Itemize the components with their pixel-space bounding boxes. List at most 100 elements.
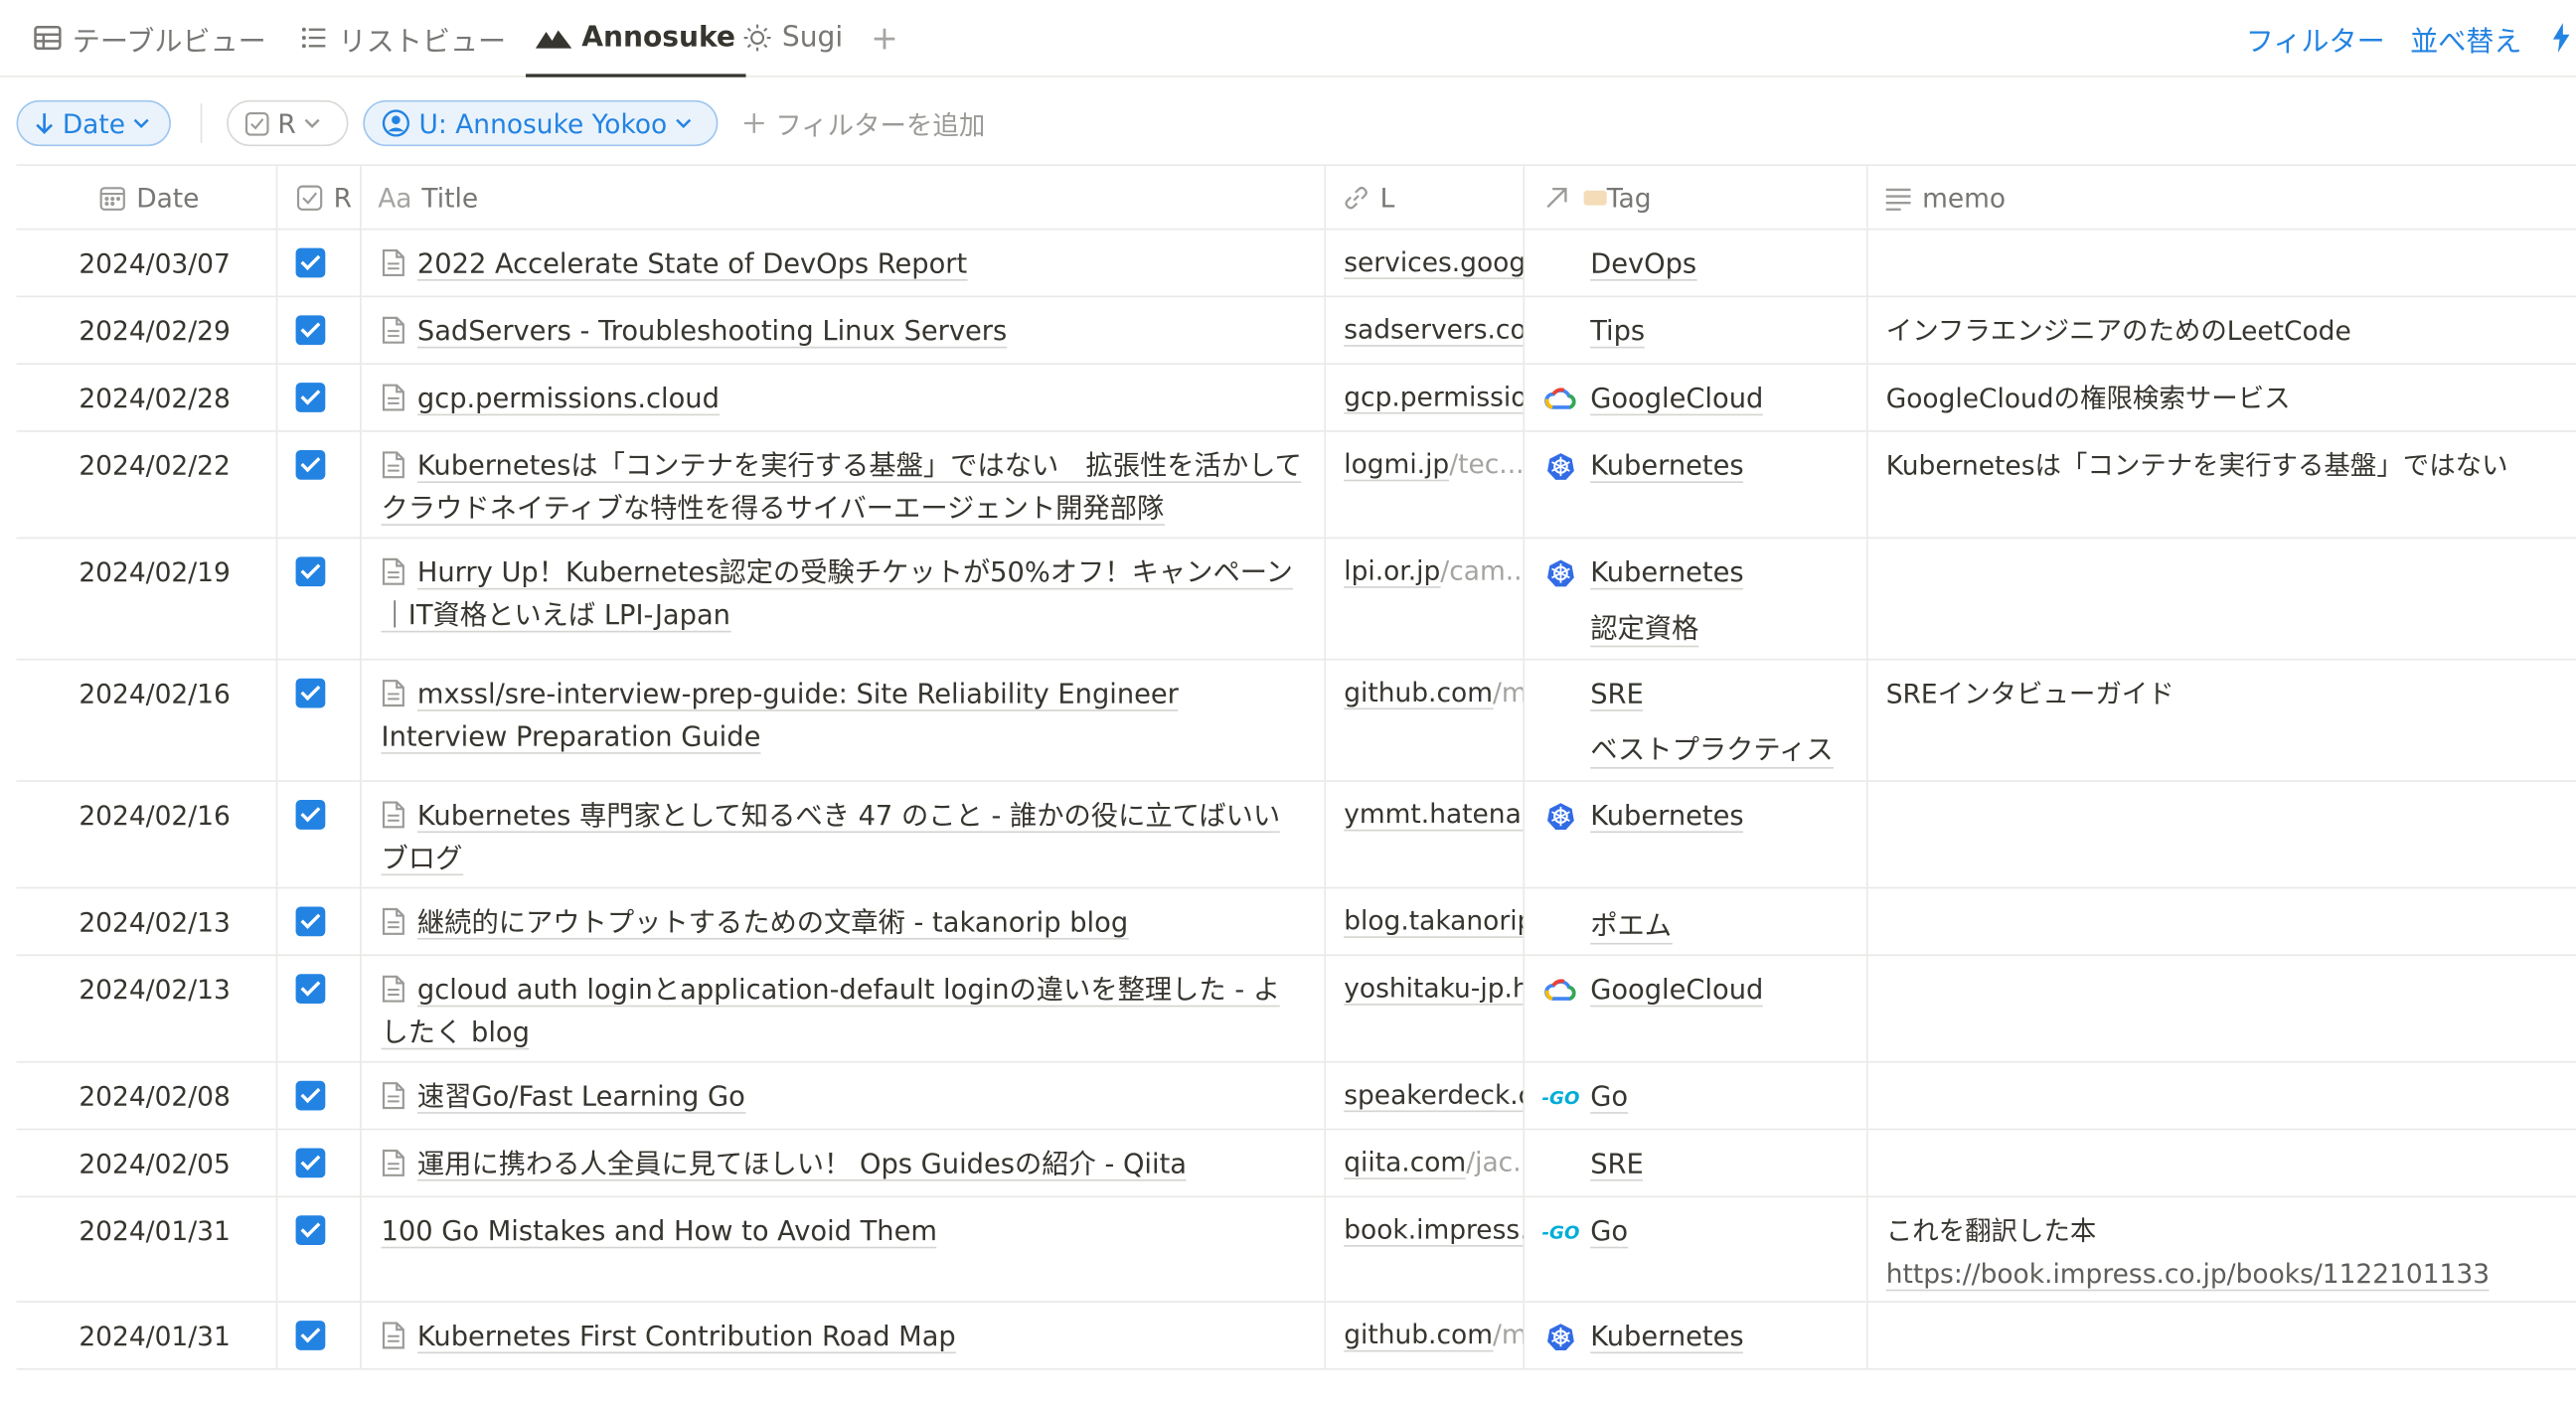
tag-cell[interactable]: Kubernetes xyxy=(1523,431,1865,538)
sort-date-pill[interactable]: Date xyxy=(16,99,171,147)
tab-list-view[interactable]: リストビュー xyxy=(299,0,506,76)
tag-item[interactable]: SRE xyxy=(1544,674,1866,716)
title-link[interactable]: SadServers - Troubleshooting Linux Serve… xyxy=(416,315,1007,349)
memo-cell[interactable] xyxy=(1865,1302,2576,1369)
url-domain[interactable]: book.impress. xyxy=(1344,1213,1524,1247)
tag-item[interactable]: GoogleCloud xyxy=(1544,378,1866,420)
table-row[interactable]: 2024/02/08 速習Go/Fast Learning Go speaker… xyxy=(16,1062,2576,1131)
url-domain[interactable]: blog.takanorip xyxy=(1344,904,1524,938)
checkbox[interactable] xyxy=(295,678,326,708)
memo-cell[interactable]: GoogleCloudの権限検索サービス xyxy=(1865,364,2576,431)
checkbox[interactable] xyxy=(295,315,326,346)
tag-cell[interactable]: ポエム xyxy=(1523,888,1865,955)
title-cell[interactable]: gcp.permissions.cloud xyxy=(360,364,1324,431)
date-cell[interactable]: 2024/02/16 xyxy=(17,661,276,781)
table-row[interactable]: 2024/02/05 運用に携わる人全員に見てほしい！ Ops Guidesの紹… xyxy=(16,1130,2576,1198)
title-link[interactable]: 2022 Accelerate State of DevOps Report xyxy=(416,247,967,281)
table-row[interactable]: 2024/02/13 gcloud auth loginとapplication… xyxy=(16,956,2576,1063)
tag-item[interactable]: Kubernetes xyxy=(1544,551,1866,594)
title-link[interactable]: 継続的にアウトプットするための文章術 - takanorip blog xyxy=(416,906,1129,940)
table-row[interactable]: 2024/02/29 SadServers - Troubleshooting … xyxy=(16,297,2576,365)
column-header-check[interactable]: R xyxy=(296,166,356,229)
title-link[interactable]: gcloud auth loginとapplication-default lo… xyxy=(381,974,1281,1050)
url-domain[interactable]: ymmt.hatenab xyxy=(1344,798,1524,832)
table-row[interactable]: 2024/02/28 gcp.permissions.cloud gcp.per… xyxy=(16,364,2576,432)
title-link[interactable]: mxssl/sre-interview-prep-guide: Site Rel… xyxy=(381,678,1179,754)
checkbox[interactable] xyxy=(295,1321,326,1350)
link-cell[interactable]: qiita.com/jac... xyxy=(1324,1130,1523,1196)
tag-item[interactable]: ベストプラクティス xyxy=(1544,726,1866,769)
checkbox[interactable] xyxy=(295,247,326,278)
title-link[interactable]: 運用に携わる人全員に見てほしい！ Ops Guidesの紹介 - Qiita xyxy=(416,1148,1188,1181)
url-domain[interactable]: github.com xyxy=(1344,677,1493,710)
column-header-title[interactable]: Aa Title xyxy=(378,166,1314,229)
link-cell[interactable]: book.impress. xyxy=(1324,1197,1524,1302)
date-cell[interactable]: 2024/01/31 xyxy=(17,1303,276,1368)
tag-item[interactable]: GoogleCloud xyxy=(1544,969,1866,1012)
link-cell[interactable]: github.com/m xyxy=(1324,1302,1523,1369)
date-cell[interactable]: 2024/02/19 xyxy=(17,539,276,659)
url-domain[interactable]: sadservers.co xyxy=(1344,313,1524,347)
checkbox[interactable] xyxy=(295,906,326,937)
tag-item[interactable]: 認定資格 xyxy=(1544,604,1866,647)
link-cell[interactable]: speakerdeck.c xyxy=(1324,1062,1524,1129)
checkbox[interactable] xyxy=(295,1080,326,1111)
link-cell[interactable]: github.com/mx xyxy=(1324,660,1523,781)
checkbox[interactable] xyxy=(295,383,326,412)
date-cell[interactable]: 2024/02/05 xyxy=(17,1130,276,1195)
link-cell[interactable]: blog.takanorip xyxy=(1324,888,1524,955)
column-header-memo[interactable]: memo xyxy=(1884,166,2377,229)
table-row[interactable]: 2024/02/22 Kubernetesは「コンテナを実行する基盤」ではない … xyxy=(16,431,2576,540)
title-cell[interactable]: 継続的にアウトプットするための文章術 - takanorip blog xyxy=(360,888,1324,955)
tab-table-view[interactable]: テーブルビュー xyxy=(33,0,266,76)
memo-cell[interactable] xyxy=(1865,781,2576,887)
automation-icon[interactable] xyxy=(2552,0,2570,76)
link-cell[interactable]: logmi.jp/tec... xyxy=(1324,431,1523,538)
url-domain[interactable]: yoshitaku-jp.h xyxy=(1344,972,1524,1006)
date-cell[interactable]: 2024/03/07 xyxy=(17,230,276,295)
tag-cell[interactable]: Kubernetes 認定資格 xyxy=(1523,539,1865,659)
date-cell[interactable]: 2024/02/16 xyxy=(17,782,276,887)
url-domain[interactable]: speakerdeck.c xyxy=(1344,1079,1524,1113)
filter-user-pill[interactable]: U: Annosuke Yokoo xyxy=(363,99,719,147)
memo-cell[interactable]: SREインタビューガイド xyxy=(1865,660,2576,781)
title-cell[interactable]: Hurry Up！Kubernetes認定の受験チケットが50%オフ！キャンペー… xyxy=(360,539,1324,659)
memo-cell[interactable] xyxy=(1865,956,2576,1061)
memo-cell[interactable]: Kubernetesは「コンテナを実行する基盤」ではない xyxy=(1865,431,2576,538)
title-cell[interactable]: 運用に携わる人全員に見てほしい！ Ops Guidesの紹介 - Qiita xyxy=(360,1130,1324,1196)
add-filter-button[interactable]: フィルターを追加 xyxy=(742,100,985,146)
url-domain[interactable]: logmi.jp xyxy=(1344,448,1450,482)
checkbox[interactable] xyxy=(295,974,326,1005)
title-cell[interactable]: SadServers - Troubleshooting Linux Serve… xyxy=(360,297,1324,364)
link-cell[interactable]: yoshitaku-jp.h xyxy=(1324,956,1524,1061)
column-header-link[interactable]: L xyxy=(1343,166,1521,229)
link-cell[interactable]: lpi.or.jp/cam... xyxy=(1324,539,1523,659)
tag-cell[interactable]: Kubernetes xyxy=(1523,1302,1865,1369)
column-header-date[interactable]: Date xyxy=(98,166,276,229)
title-link[interactable]: Kubernetes 専門家として知るべき 47 のこと - 誰かの役に立てばい… xyxy=(381,800,1281,876)
table-row[interactable]: 2024/02/16 Kubernetes 専門家として知るべき 47 のこと … xyxy=(16,781,2576,889)
checkbox[interactable] xyxy=(295,800,326,830)
title-link[interactable]: 100 Go Mistakes and How to Avoid Them xyxy=(381,1215,937,1249)
title-cell[interactable]: mxssl/sre-interview-prep-guide: Site Rel… xyxy=(360,660,1324,781)
add-view-button[interactable]: + xyxy=(871,0,898,76)
title-link[interactable]: gcp.permissions.cloud xyxy=(416,383,720,416)
table-row[interactable]: 2024/02/13 継続的にアウトプットするための文章術 - takanori… xyxy=(16,888,2576,957)
checkbox[interactable] xyxy=(295,1148,326,1178)
title-link[interactable]: Kubernetesは「コンテナを実行する基盤」ではない 拡張性を活かしてクラウ… xyxy=(381,449,1302,526)
url-domain[interactable]: services.goog xyxy=(1344,246,1524,280)
tag-item[interactable]: SRE xyxy=(1544,1144,1866,1186)
tag-cell[interactable]: SRE xyxy=(1523,1130,1866,1196)
tag-cell[interactable]: Tips xyxy=(1523,297,1865,364)
tag-item[interactable]: Kubernetes xyxy=(1544,795,1866,838)
tag-cell[interactable]: SRE ベストプラクティス xyxy=(1523,660,1866,781)
checkbox[interactable] xyxy=(295,1215,326,1246)
tag-item[interactable]: -GO Go xyxy=(1541,1210,1866,1253)
tag-cell[interactable]: GoogleCloud xyxy=(1523,956,1865,1061)
tag-cell[interactable]: -GO Go xyxy=(1523,1062,1865,1129)
link-cell[interactable]: services.goog xyxy=(1324,230,1524,296)
memo-cell[interactable] xyxy=(1865,888,2576,955)
url-domain[interactable]: lpi.or.jp xyxy=(1344,554,1440,588)
table-row[interactable]: 2024/01/31 100 Go Mistakes and How to Av… xyxy=(16,1197,2576,1303)
date-cell[interactable]: 2024/02/08 xyxy=(17,1063,276,1129)
